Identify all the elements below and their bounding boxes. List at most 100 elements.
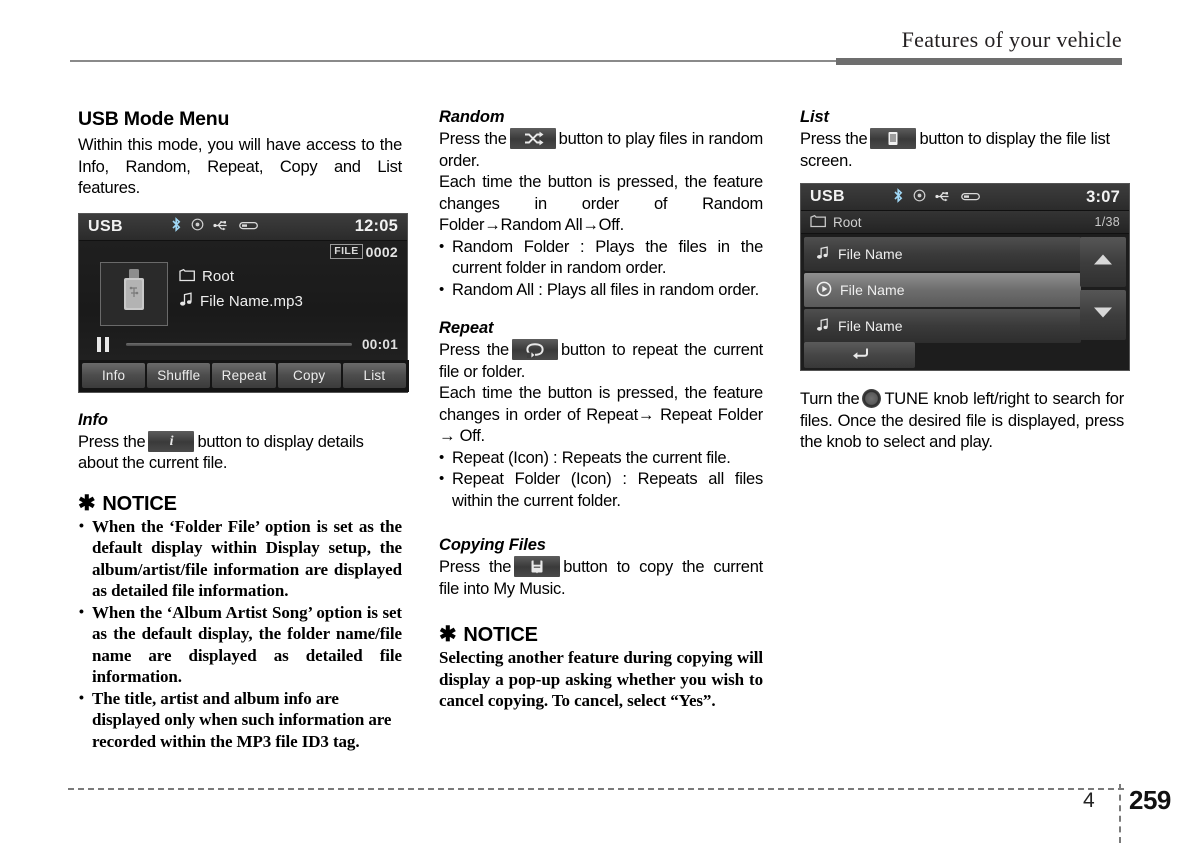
copying-text-before: Press the	[439, 558, 512, 576]
page-header: Features of your vehicle	[0, 0, 1200, 70]
repeat-loop-icon	[511, 339, 558, 360]
info-paragraph: Press the i button to display details abou…	[78, 430, 402, 475]
left-notice-heading: ✱ NOTICE	[78, 493, 402, 516]
page-header-title: Features of your vehicle	[901, 27, 1122, 52]
list-source-label: USB	[810, 188, 845, 205]
softkey-repeat[interactable]: Repeat	[212, 362, 276, 388]
footer-page-number: 259	[1129, 785, 1171, 815]
music-note-icon	[179, 291, 194, 311]
playback-progress-bar[interactable]	[125, 343, 352, 346]
player-softkey-bar: Info Shuffle Repeat Copy List	[79, 359, 409, 392]
info-i-icon: i	[148, 430, 195, 452]
file-badge-label: FILE	[330, 244, 363, 259]
tune-text-before: Turn the	[800, 390, 860, 408]
usb-mode-menu-intro: Within this mode, you will have access t…	[78, 136, 402, 197]
triangle-up-icon	[1093, 253, 1113, 271]
usb-flash-drive-icon	[119, 268, 149, 319]
list-item-label: File Name	[838, 246, 903, 262]
player-elapsed-time: 00:01	[361, 337, 398, 352]
notice-item: When the ‘Folder File’ option is set as …	[78, 515, 402, 602]
usb-plug-icon	[239, 218, 260, 236]
player-transport: 00:01	[79, 332, 409, 358]
left-column: USB Mode Menu Within this mode, you will…	[78, 108, 409, 753]
player-clock: 12:05	[354, 217, 398, 235]
player-file-row: File Name.mp3	[179, 291, 303, 311]
list-scrollbar	[1080, 237, 1126, 340]
list-status-bar: USB 3:07	[801, 184, 1129, 211]
softkey-shuffle[interactable]: Shuffle	[147, 362, 211, 388]
list-path-bar: Root 1/38	[801, 211, 1129, 234]
footer-vertical-divider	[1119, 784, 1121, 843]
repeat-paragraph-2: Each time the button is pressed, the fea…	[439, 384, 763, 445]
softkey-copy[interactable]: Copy	[277, 362, 341, 388]
pause-icon	[97, 337, 109, 352]
list-item[interactable]: File Name	[804, 273, 1081, 307]
music-note-icon	[816, 245, 830, 263]
list-path: Root	[810, 214, 862, 231]
notice-item: When the ‘Album Artist Song’ option is s…	[78, 601, 402, 688]
player-file-badge: FILE 0002	[330, 244, 398, 260]
back-button[interactable]	[804, 342, 915, 368]
copying-files-paragraph: Press the button to copy the current file…	[439, 556, 763, 600]
usb-player-screenshot: USB 12:05 FILE 0002 Root File Name.mp3 0…	[78, 212, 409, 393]
usb-drive-thumbnail	[100, 261, 168, 326]
random-paragraph-1: Press the button to play files in random …	[439, 128, 763, 172]
list-subtitle: List	[800, 108, 829, 126]
middle-column: Random Press the button to play files in …	[439, 108, 763, 752]
bluetooth-icon	[893, 187, 904, 208]
right-column: List Press the button to display the file…	[800, 108, 1130, 752]
play-circle-icon	[816, 281, 832, 300]
music-note-icon	[816, 317, 830, 335]
file-badge-number: 0002	[365, 243, 398, 260]
notice-star-icon: ✱	[78, 491, 96, 515]
notice-item: The title, artist and album info are dis…	[78, 687, 402, 753]
softkey-info[interactable]: Info	[82, 362, 146, 388]
list-status-icons	[893, 184, 982, 211]
tune-knob-paragraph: Turn the TUNE knob left/right to search f…	[800, 389, 1124, 454]
repeat-bullets: Repeat (Icon) : Repeats the current file…	[439, 447, 763, 513]
player-file-name: File Name.mp3	[200, 292, 303, 310]
softkey-list[interactable]: List	[342, 362, 407, 388]
disc-icon	[191, 218, 204, 236]
middle-notice-heading: ✱ NOTICE	[439, 624, 763, 647]
footer-chapter-number: 4	[1083, 789, 1095, 812]
player-metadata: Root File Name.mp3	[179, 268, 303, 311]
scroll-up-button[interactable]	[1080, 237, 1126, 287]
copy-save-icon	[514, 556, 561, 577]
shuffle-icon	[509, 128, 556, 149]
repeat-text-before: Press the	[439, 341, 509, 359]
list-item[interactable]: File Name	[804, 309, 1081, 343]
back-arrow-icon	[849, 345, 871, 366]
tune-knob-icon	[862, 389, 882, 408]
usb-file-list-screenshot: USB 3:07 Root 1/38 File Name File Name F…	[800, 183, 1130, 371]
scroll-down-button[interactable]	[1080, 290, 1126, 340]
repeat-bullet: Repeat Folder (Icon) : Repeats all files…	[439, 468, 763, 512]
folder-icon	[179, 268, 196, 286]
random-bullet: Random Folder : Plays the files in the c…	[439, 236, 763, 280]
list-paragraph: Press the button to display the file list…	[800, 128, 1124, 172]
copying-files-subtitle: Copying Files	[439, 536, 546, 554]
player-source-label: USB	[88, 217, 123, 235]
info-subtitle: Info	[78, 410, 108, 429]
notice-heading-text: NOTICE	[102, 492, 177, 515]
player-folder-name: Root	[202, 268, 235, 285]
header-rule-accent	[836, 58, 1122, 65]
triangle-down-icon	[1093, 306, 1113, 324]
notice-star-icon: ✱	[439, 623, 457, 646]
random-text-before: Press the	[439, 130, 507, 148]
player-status-bar: USB 12:05	[79, 213, 407, 241]
usb-trident-icon	[213, 218, 230, 236]
footer-divider	[68, 788, 1124, 790]
left-notice-list: When the ‘Folder File’ option is set as …	[78, 515, 402, 753]
list-item[interactable]: File Name	[804, 237, 1081, 271]
random-bullets: Random Folder : Plays the files in the c…	[439, 236, 763, 302]
list-clock: 3:07	[1086, 187, 1120, 206]
repeat-subtitle: Repeat	[439, 319, 494, 337]
list-item-label: File Name	[838, 318, 903, 334]
bluetooth-icon	[171, 217, 182, 237]
folder-icon	[810, 214, 827, 231]
player-status-icons	[171, 214, 260, 241]
random-bullet: Random All : Plays all files in random o…	[439, 279, 763, 302]
usb-mode-menu-title: USB Mode Menu	[78, 108, 230, 130]
disc-icon	[913, 189, 926, 207]
